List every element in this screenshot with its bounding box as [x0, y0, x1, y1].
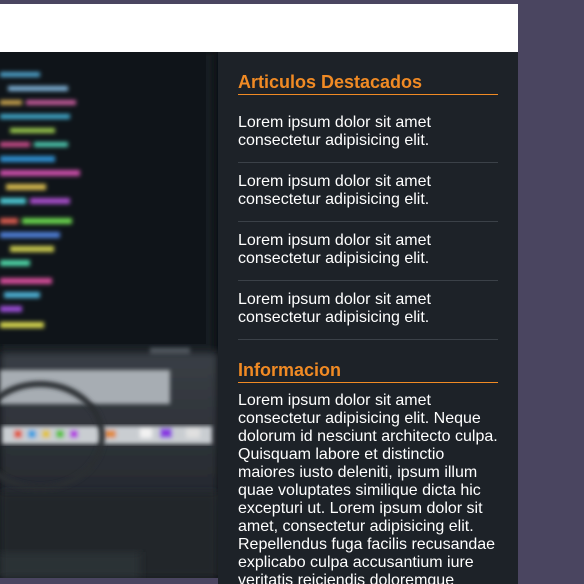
featured-article-link[interactable]: Lorem ipsum dolor sit amet consectetur a…	[238, 163, 498, 222]
sidebar: Articulos Destacados Lorem ipsum dolor s…	[218, 52, 518, 584]
featured-article-link[interactable]: Lorem ipsum dolor sit amet consectetur a…	[238, 95, 498, 163]
top-header-bar	[0, 4, 518, 52]
information-title: Informacion	[238, 360, 498, 383]
featured-article-link[interactable]: Lorem ipsum dolor sit amet consectetur a…	[238, 281, 498, 340]
hero-image	[0, 52, 218, 578]
information-text: Lorem ipsum dolor sit amet consectetur a…	[238, 392, 498, 584]
hero-photo-illustration	[0, 52, 218, 578]
featured-articles-list: Lorem ipsum dolor sit amet consectetur a…	[238, 95, 498, 340]
featured-article-link[interactable]: Lorem ipsum dolor sit amet consectetur a…	[238, 222, 498, 281]
featured-articles-section: Articulos Destacados Lorem ipsum dolor s…	[238, 72, 498, 340]
featured-articles-title: Articulos Destacados	[238, 72, 498, 95]
information-section: Informacion Lorem ipsum dolor sit amet c…	[238, 360, 498, 584]
